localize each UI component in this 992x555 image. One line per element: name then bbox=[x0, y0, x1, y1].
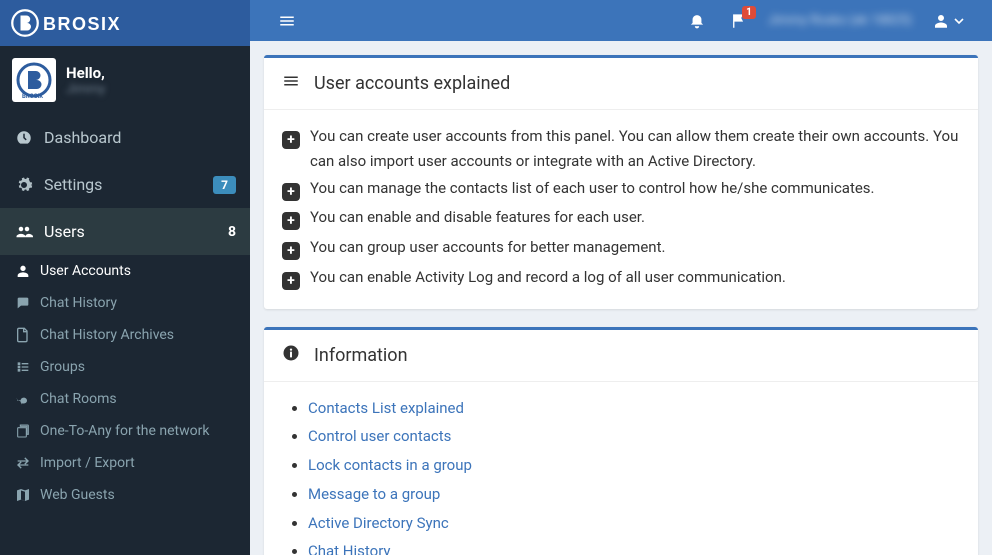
panel-explained-body: + You can create user accounts from this… bbox=[264, 110, 978, 309]
nav-users-count: 8 bbox=[228, 224, 236, 240]
panel-explained-header: User accounts explained bbox=[264, 58, 978, 110]
info-link[interactable]: Message to a group bbox=[308, 485, 440, 503]
exchange-icon bbox=[14, 455, 32, 471]
nav-settings[interactable]: Settings 7 bbox=[0, 161, 250, 208]
subnav-import-export[interactable]: Import / Export bbox=[0, 447, 250, 479]
subnav-groups[interactable]: Groups bbox=[0, 351, 250, 383]
greeting: BROSIX Hello, Jimmy bbox=[0, 46, 250, 114]
plus-icon[interactable]: + bbox=[282, 208, 300, 233]
subnav-one-to-any-label: One-To-Any for the network bbox=[40, 423, 209, 439]
subnav-web-guests-label: Web Guests bbox=[40, 487, 115, 503]
nav-users-label: Users bbox=[44, 222, 85, 241]
subnav-import-export-label: Import / Export bbox=[40, 455, 135, 471]
explained-text: You can group user accounts for better m… bbox=[310, 235, 665, 260]
explained-item: + You can manage the contacts list of ea… bbox=[282, 176, 960, 204]
brosix-logo: BROSIX bbox=[10, 8, 175, 38]
hamburger-icon[interactable] bbox=[278, 12, 296, 30]
topbar-username: Jimmy Rosko (ek 18825) bbox=[768, 13, 912, 28]
info-icon bbox=[282, 344, 300, 367]
info-link[interactable]: Chat History bbox=[308, 542, 391, 555]
plus-icon[interactable]: + bbox=[282, 268, 300, 293]
explained-text: You can manage the contacts list of each… bbox=[310, 176, 875, 201]
plus-icon[interactable]: + bbox=[282, 238, 300, 263]
info-link[interactable]: Lock contacts in a group bbox=[308, 456, 472, 474]
person-icon bbox=[14, 263, 32, 279]
explained-item: + You can enable and disable features fo… bbox=[282, 205, 960, 233]
panel-information-title: Information bbox=[314, 345, 408, 366]
sidebar: BROSIX BROSIX Hello, Jimmy Dashboard Set… bbox=[0, 0, 250, 555]
subnav-chat-history-label: Chat History bbox=[40, 295, 117, 311]
panel-information: Information Contacts List explained Cont… bbox=[264, 327, 978, 555]
nav-dashboard-label: Dashboard bbox=[44, 128, 121, 147]
explained-item: + You can create user accounts from this… bbox=[282, 124, 960, 174]
comments-icon bbox=[14, 295, 32, 311]
subnav-chat-rooms-label: Chat Rooms bbox=[40, 391, 117, 407]
dashboard-icon bbox=[14, 129, 34, 147]
info-link[interactable]: Active Directory Sync bbox=[308, 514, 449, 532]
information-links: Contacts List explained Control user con… bbox=[282, 396, 960, 555]
plus-icon[interactable]: + bbox=[282, 179, 300, 204]
logo-bar: BROSIX bbox=[0, 0, 250, 46]
file-icon bbox=[14, 327, 32, 343]
main-nav: Dashboard Settings 7 Users 8 bbox=[0, 114, 250, 255]
panel-information-body: Contacts List explained Control user con… bbox=[264, 382, 978, 555]
panel-information-header: Information bbox=[264, 330, 978, 382]
panel-explained: User accounts explained + You can create… bbox=[264, 55, 978, 309]
hamburger-icon bbox=[282, 72, 300, 95]
subnav-chat-rooms[interactable]: Chat Rooms bbox=[0, 383, 250, 415]
plus-icon[interactable]: + bbox=[282, 127, 300, 152]
users-icon bbox=[14, 223, 34, 241]
subnav-user-accounts-label: User Accounts bbox=[40, 263, 131, 279]
subnav-chat-history-archives-label: Chat History Archives bbox=[40, 327, 174, 343]
subnav-chat-history-archives[interactable]: Chat History Archives bbox=[0, 319, 250, 351]
nav-settings-badge: 7 bbox=[213, 176, 236, 194]
notifications-bell[interactable] bbox=[688, 12, 706, 30]
map-icon bbox=[14, 487, 32, 503]
chevron-down-icon bbox=[954, 16, 964, 26]
users-subnav: User Accounts Chat History Chat History … bbox=[0, 255, 250, 511]
subnav-groups-label: Groups bbox=[40, 359, 85, 375]
gear-icon bbox=[14, 176, 34, 194]
copy-icon bbox=[14, 423, 32, 439]
svg-text:BROSIX: BROSIX bbox=[22, 93, 43, 100]
nav-dashboard[interactable]: Dashboard bbox=[0, 114, 250, 161]
panel-explained-title: User accounts explained bbox=[314, 73, 510, 94]
nav-settings-label: Settings bbox=[44, 175, 102, 194]
subnav-one-to-any[interactable]: One-To-Any for the network bbox=[0, 415, 250, 447]
brand-avatar: BROSIX bbox=[12, 58, 56, 102]
content: User accounts explained + You can create… bbox=[250, 41, 992, 555]
subnav-chat-history[interactable]: Chat History bbox=[0, 287, 250, 319]
list-icon bbox=[14, 359, 32, 375]
greeting-hello: Hello, bbox=[66, 64, 105, 82]
explained-text: You can enable Activity Log and record a… bbox=[310, 265, 786, 290]
user-menu[interactable] bbox=[932, 12, 964, 30]
wechat-icon bbox=[14, 391, 32, 407]
subnav-web-guests[interactable]: Web Guests bbox=[0, 479, 250, 511]
svg-text:BROSIX: BROSIX bbox=[43, 14, 121, 34]
info-link[interactable]: Contacts List explained bbox=[308, 399, 464, 417]
nav-users[interactable]: Users 8 bbox=[0, 208, 250, 255]
main-area: 1 Jimmy Rosko (ek 18825) User accounts e… bbox=[250, 0, 992, 555]
topbar: 1 Jimmy Rosko (ek 18825) bbox=[250, 0, 992, 41]
flag-notifications[interactable]: 1 bbox=[730, 12, 748, 30]
explained-item: + You can group user accounts for better… bbox=[282, 235, 960, 263]
flag-badge: 1 bbox=[742, 6, 756, 19]
subnav-user-accounts[interactable]: User Accounts bbox=[0, 255, 250, 287]
info-link[interactable]: Control user contacts bbox=[308, 427, 451, 445]
greeting-name: Jimmy bbox=[66, 82, 105, 97]
explained-text: You can enable and disable features for … bbox=[310, 205, 645, 230]
explained-text: You can create user accounts from this p… bbox=[310, 124, 960, 174]
explained-item: + You can enable Activity Log and record… bbox=[282, 265, 960, 293]
